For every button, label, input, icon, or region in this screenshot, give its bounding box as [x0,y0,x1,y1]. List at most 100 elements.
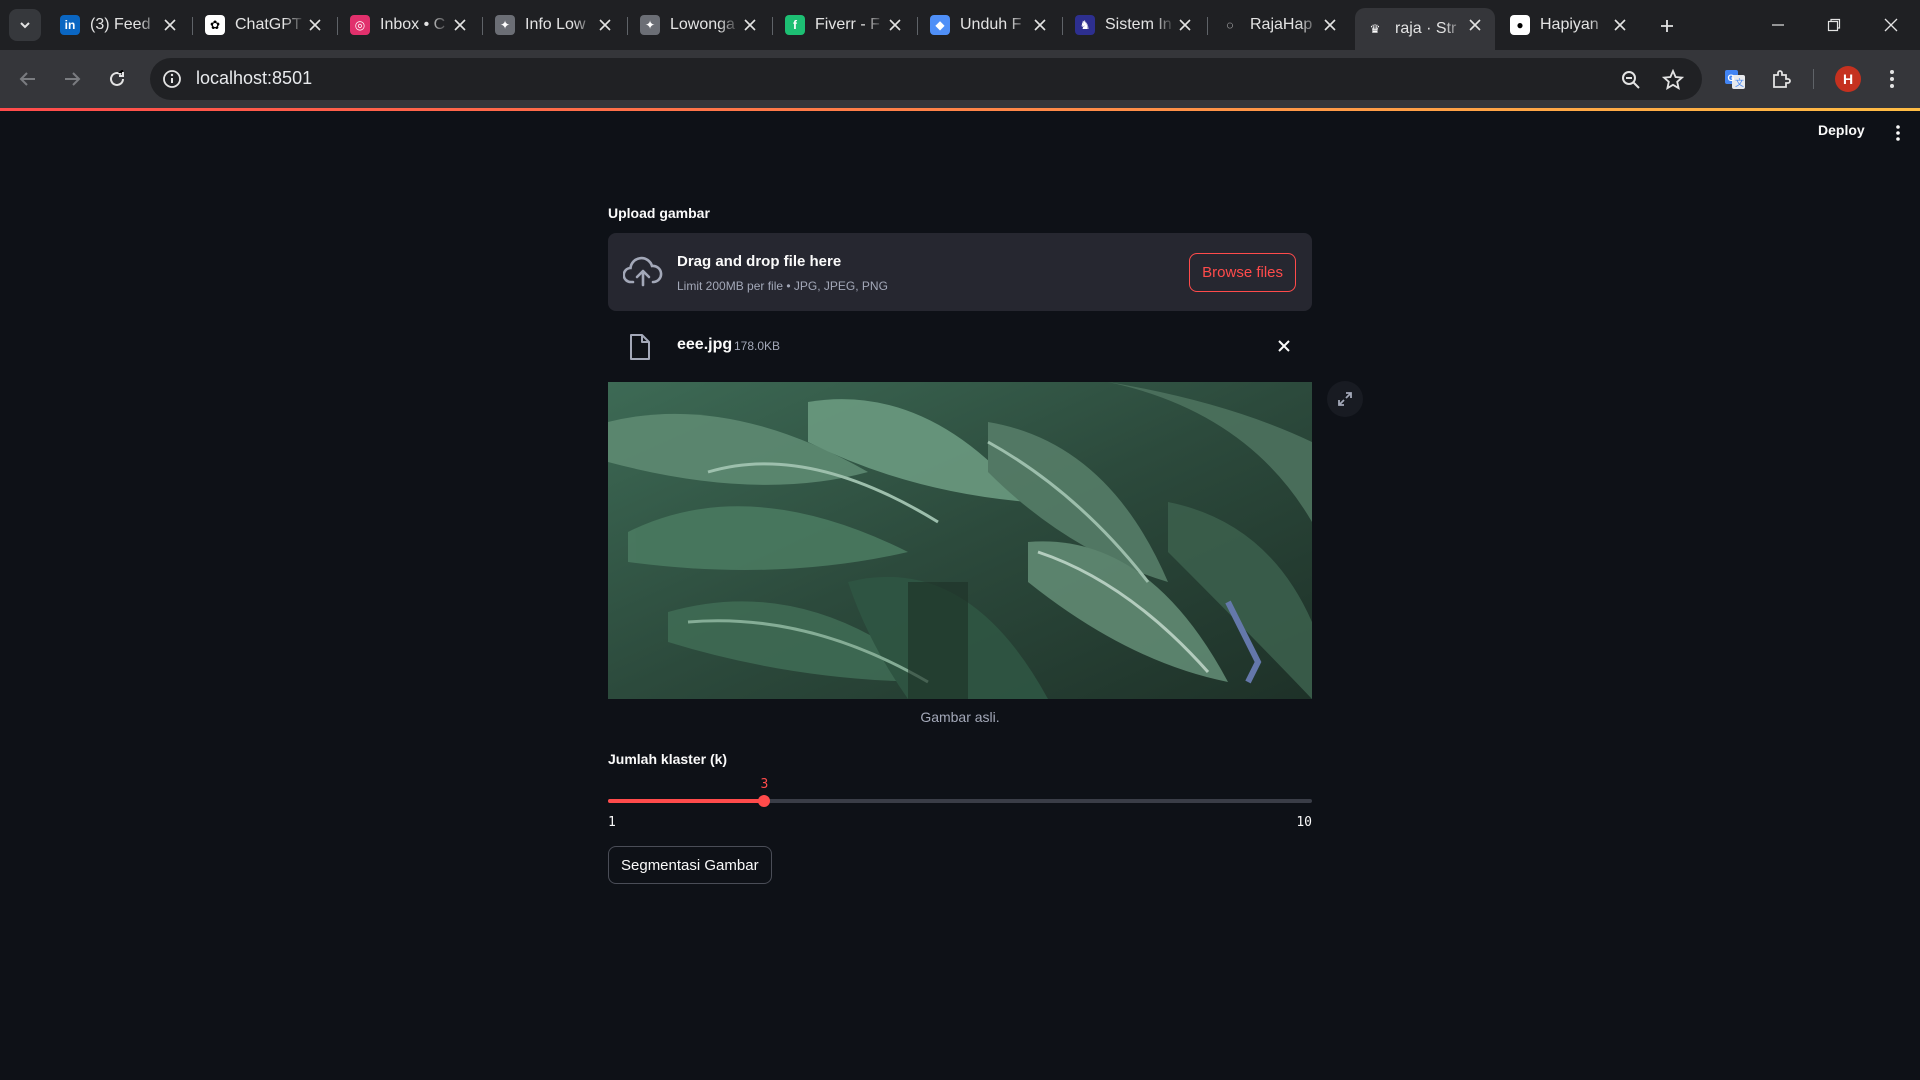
forward-button[interactable] [56,63,88,95]
file-size: 178.0KB [734,339,781,353]
tab-title: Lowonga [670,16,735,33]
arrow-left-icon [19,72,35,86]
cluster-count-slider[interactable]: 3 1 10 [608,773,1312,830]
browser-tab[interactable]: ◎ Inbox • C [340,8,480,42]
minimize-button[interactable] [1758,9,1798,41]
close-tab-icon[interactable] [595,15,615,35]
close-window-button[interactable] [1871,9,1911,41]
svg-text:G: G [1728,73,1735,83]
svg-text:文: 文 [1735,77,1744,88]
browse-files-button[interactable]: Browse files [1189,253,1296,292]
deploy-button[interactable]: Deploy [1818,122,1865,138]
url-text[interactable]: localhost:8501 [196,68,312,89]
expand-icon [1338,392,1352,406]
close-tab-icon[interactable] [160,15,180,35]
tab-separator [627,17,628,35]
vertical-dots-icon [1890,70,1894,88]
linkedin-icon: in [60,15,80,35]
close-tab-icon[interactable] [1175,15,1195,35]
tab-title: Info Low [525,16,586,33]
close-tab-icon[interactable] [1320,15,1340,35]
tab-title: Inbox • C [380,16,446,33]
uploaded-image [608,382,1312,699]
tab-title: Unduh F [960,16,1022,33]
lowongan-icon: ✦ [640,15,660,35]
close-tab-icon[interactable] [740,15,760,35]
tab-title: (3) Feed [90,16,151,33]
browser-tab[interactable]: ♛ raja · Str [1355,8,1495,50]
close-tab-icon[interactable] [885,15,905,35]
arrow-right-icon [65,72,81,86]
close-tab-icon[interactable] [305,15,325,35]
uploader-label: Upload gambar [608,205,710,221]
address-bar[interactable]: localhost:8501 [150,58,1702,100]
close-tab-icon[interactable] [1030,15,1050,35]
tab-separator [482,17,483,35]
chatgpt-icon: ✿ [205,15,225,35]
zoom-icon[interactable] [1620,69,1642,91]
file-dropzone[interactable]: Drag and drop file here Limit 200MB per … [608,233,1312,311]
extensions-puzzle-icon[interactable] [1765,63,1797,95]
dropzone-limit-text: Limit 200MB per file • JPG, JPEG, PNG [677,279,888,293]
reload-icon [110,70,124,86]
close-tab-icon[interactable] [1610,15,1630,35]
close-tab-icon[interactable] [1465,15,1485,35]
cloud-upload-icon [623,256,663,287]
browser-tab[interactable]: ✦ Info Low [485,8,625,42]
browser-tab[interactable]: ✿ ChatGPT [195,8,335,42]
slider-thumb[interactable] [758,795,771,807]
tab-separator [917,17,918,35]
browser-tab[interactable]: in (3) Feed [50,8,190,42]
slider-fill [608,799,765,803]
profile-avatar[interactable]: H [1835,66,1861,92]
tab-title: RajaHap [1250,16,1313,33]
file-icon [630,334,650,360]
bookmark-star-icon[interactable] [1662,69,1684,91]
segment-image-button[interactable]: Segmentasi Gambar [608,846,772,884]
browser-tab[interactable]: ● Hapiyan [1500,8,1640,42]
uploaded-file-row: eee.jpg 178.0KB [608,323,1312,371]
file-name: eee.jpg [677,336,733,353]
tab-title: Sistem In [1105,16,1172,33]
tab-search-button[interactable] [9,9,41,41]
close-tab-icon[interactable] [450,15,470,35]
fullscreen-button[interactable] [1327,381,1363,417]
browser-tab[interactable]: f Fiverr - F [775,8,915,42]
tab-title: Hapiyan [1540,16,1599,33]
instagram-icon: ◎ [350,15,370,35]
browser-tab[interactable]: ✦ Lowonga [630,8,770,42]
image-caption: Gambar asli. [920,709,1000,725]
tab-separator [192,17,193,35]
info-loker-icon: ✦ [495,15,515,35]
tab-title: Fiverr - F [815,16,880,33]
sistem-icon: ♞ [1075,15,1095,35]
browser-tab[interactable]: ◆ Unduh F [920,8,1060,42]
slider-value: 3 [760,777,769,792]
restore-button[interactable] [1814,9,1854,41]
restore-icon [1827,18,1841,32]
main-content: Upload gambar Drag and drop file here Li… [608,205,1363,884]
remove-file-button[interactable] [1273,335,1295,357]
browser-tab[interactable]: ♞ Sistem In [1065,8,1205,42]
close-icon [1278,340,1290,352]
github-icon: ● [1510,15,1530,35]
plus-icon [1661,20,1673,32]
new-tab-button[interactable] [1652,11,1682,41]
fiverr-icon: f [785,15,805,35]
reload-button[interactable] [101,63,133,95]
chevron-down-icon [20,22,30,29]
dropzone-title: Drag and drop file here [677,253,842,270]
tab-separator [1207,17,1208,35]
tab-separator [337,17,338,35]
slider-min: 1 [608,815,616,830]
browser-tab[interactable]: ◌ RajaHap [1210,8,1350,42]
slider-max: 10 [1296,815,1312,830]
google-translate-extension-icon[interactable]: G文 [1719,63,1751,95]
vertical-dots-icon [1896,125,1900,141]
back-button[interactable] [12,63,44,95]
streamlit-crown-icon: ♛ [1365,19,1385,39]
chrome-menu-button[interactable] [1876,63,1908,95]
tab-separator [772,17,773,35]
site-info-icon[interactable] [162,69,182,89]
app-menu-button[interactable] [1888,122,1908,144]
